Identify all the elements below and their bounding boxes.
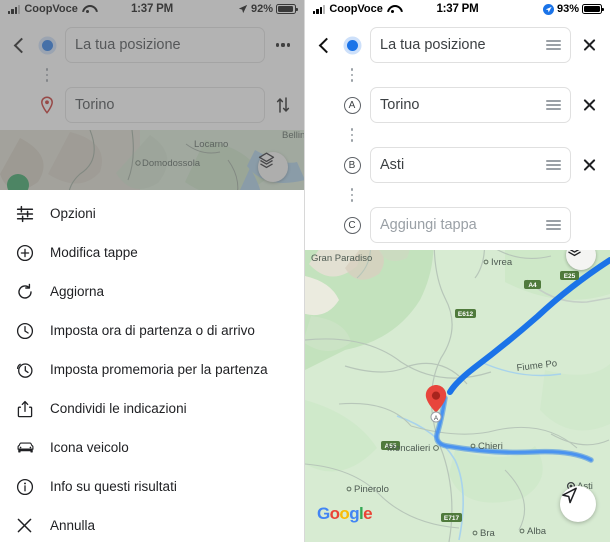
road-shield-e612: E612 bbox=[455, 309, 476, 318]
waypoint-marker-a: A bbox=[339, 96, 365, 114]
svg-text:E612: E612 bbox=[458, 311, 474, 318]
map-label-chieri: Chieri bbox=[478, 441, 503, 452]
waypoint-row-a: A Torino bbox=[305, 84, 610, 126]
svg-text:E25: E25 bbox=[564, 273, 576, 280]
connector-dots-icon bbox=[339, 187, 365, 203]
close-icon bbox=[582, 158, 597, 173]
drag-handle-icon[interactable] bbox=[546, 40, 561, 50]
map-recenter-button[interactable] bbox=[560, 486, 596, 522]
sheet-item-label: Condividi le indicazioni bbox=[50, 401, 187, 416]
waypoint-badge-b: B bbox=[343, 156, 361, 174]
dual-screenshot-container: CoopVoce 1:37 PM 92% La tua posizione bbox=[0, 0, 610, 542]
waypoint-row-c: C Aggiungi tappa bbox=[305, 204, 610, 246]
close-icon bbox=[582, 38, 597, 53]
navigation-arrow-icon bbox=[562, 487, 577, 504]
car-icon bbox=[16, 441, 50, 455]
sheet-item-annulla[interactable]: Annulla bbox=[0, 506, 304, 542]
connector-dots-icon bbox=[339, 67, 365, 83]
map-label-moncalieri: Moncalieri bbox=[387, 443, 430, 454]
map-label-bra: Bra bbox=[480, 528, 496, 539]
sheet-item-label: Imposta ora di partenza o di arrivo bbox=[50, 323, 255, 338]
drag-handle-icon[interactable] bbox=[546, 100, 561, 110]
waypoint-marker-origin bbox=[339, 39, 365, 51]
waypoint-value: Asti bbox=[380, 157, 405, 173]
remove-waypoint-button-b[interactable] bbox=[576, 158, 602, 173]
map-label-pinerolo: Pinerolo bbox=[354, 484, 389, 495]
alarm-clock-icon bbox=[16, 361, 50, 379]
right-map[interactable]: A4 E25 E612 A55 E717 Parco Nazionale Gra… bbox=[305, 220, 610, 542]
svg-text:E717: E717 bbox=[444, 515, 460, 522]
options-bottom-sheet: Opzioni Modifica tappe Aggiorna Imposta … bbox=[0, 190, 304, 542]
connector-dots-icon bbox=[339, 127, 365, 143]
waypoint-row-origin: La tua posizione bbox=[305, 24, 610, 66]
waypoint-badge-c: C bbox=[343, 216, 361, 234]
sheet-item-modifica-tappe[interactable]: Modifica tappe bbox=[0, 233, 304, 272]
sheet-item-label: Opzioni bbox=[50, 206, 96, 221]
waypoint-input-b[interactable]: Asti bbox=[370, 147, 571, 183]
sheet-item-label: Info su questi risultati bbox=[50, 479, 177, 494]
sheet-item-icona-veicolo[interactable]: Icona veicolo bbox=[0, 428, 304, 467]
svg-text:A: A bbox=[434, 416, 438, 422]
waypoint-value: Torino bbox=[380, 97, 420, 113]
road-shield-a4: A4 bbox=[524, 280, 541, 289]
right-route-header: La tua posizione A Torino B Asti C Aggiu… bbox=[305, 18, 610, 250]
map-label-alba: Alba bbox=[527, 526, 547, 537]
sheet-item-label: Modifica tappe bbox=[50, 245, 138, 260]
sheet-item-imposta-promemoria[interactable]: Imposta promemoria per la partenza bbox=[0, 350, 304, 389]
waypoint-badge-a: A bbox=[343, 96, 361, 114]
sheet-item-condividi[interactable]: Condividi le indicazioni bbox=[0, 389, 304, 428]
tune-sliders-icon bbox=[16, 205, 50, 223]
waypoint-row-b: B Asti bbox=[305, 144, 610, 186]
left-screen: CoopVoce 1:37 PM 92% La tua posizione bbox=[0, 0, 305, 542]
waypoint-input-origin[interactable]: La tua posizione bbox=[370, 27, 571, 63]
remove-waypoint-button-a[interactable] bbox=[576, 98, 602, 113]
battery-icon bbox=[582, 4, 604, 14]
right-status-bar: CoopVoce 1:37 PM 93% bbox=[305, 0, 610, 18]
road-shield-e25: E25 bbox=[560, 271, 579, 280]
clock-icon bbox=[16, 322, 50, 340]
info-circle-icon bbox=[16, 478, 50, 496]
battery-percent: 93% bbox=[556, 3, 579, 15]
waypoint-placeholder: Aggiungi tappa bbox=[380, 217, 477, 233]
sheet-item-label: Imposta promemoria per la partenza bbox=[50, 362, 268, 377]
close-icon bbox=[16, 517, 50, 534]
sheet-item-label: Annulla bbox=[50, 518, 96, 533]
waypoint-input-c[interactable]: Aggiungi tappa bbox=[370, 207, 571, 243]
route-connector bbox=[305, 126, 610, 144]
svg-text:A4: A4 bbox=[528, 282, 537, 289]
remove-waypoint-button-origin[interactable] bbox=[576, 38, 602, 53]
sheet-item-opzioni[interactable]: Opzioni bbox=[0, 194, 304, 233]
route-connector bbox=[305, 66, 610, 84]
sheet-item-info[interactable]: Info su questi risultati bbox=[0, 467, 304, 506]
map-label-ivrea: Ivrea bbox=[491, 257, 513, 268]
waypoint-value: La tua posizione bbox=[380, 37, 486, 53]
sheet-item-aggiorna[interactable]: Aggiorna bbox=[0, 272, 304, 311]
status-right-group: 93% bbox=[458, 3, 604, 15]
back-chevron-icon bbox=[318, 37, 334, 53]
drag-handle-icon[interactable] bbox=[546, 220, 561, 230]
right-screen: CoopVoce 1:37 PM 93% La tua posizione A … bbox=[305, 0, 610, 542]
google-logo: Google bbox=[317, 504, 373, 523]
sheet-item-label: Aggiorna bbox=[50, 284, 105, 299]
share-icon bbox=[16, 400, 50, 418]
back-button[interactable] bbox=[313, 37, 339, 53]
drag-handle-icon[interactable] bbox=[546, 160, 561, 170]
waypoint-marker-c: C bbox=[339, 216, 365, 234]
close-icon bbox=[582, 98, 597, 113]
refresh-icon bbox=[16, 283, 50, 301]
location-services-icon bbox=[542, 3, 554, 15]
plus-circle-icon bbox=[16, 244, 50, 262]
map-label-gran-paradiso: Gran Paradiso bbox=[311, 253, 372, 264]
waypoint-marker-b: B bbox=[339, 156, 365, 174]
road-shield-e717: E717 bbox=[441, 513, 462, 522]
waypoint-input-a[interactable]: Torino bbox=[370, 87, 571, 123]
origin-dot-icon bbox=[346, 39, 358, 51]
sheet-item-imposta-ora[interactable]: Imposta ora di partenza o di arrivo bbox=[0, 311, 304, 350]
sheet-item-label: Icona veicolo bbox=[50, 440, 129, 455]
route-connector bbox=[305, 186, 610, 204]
